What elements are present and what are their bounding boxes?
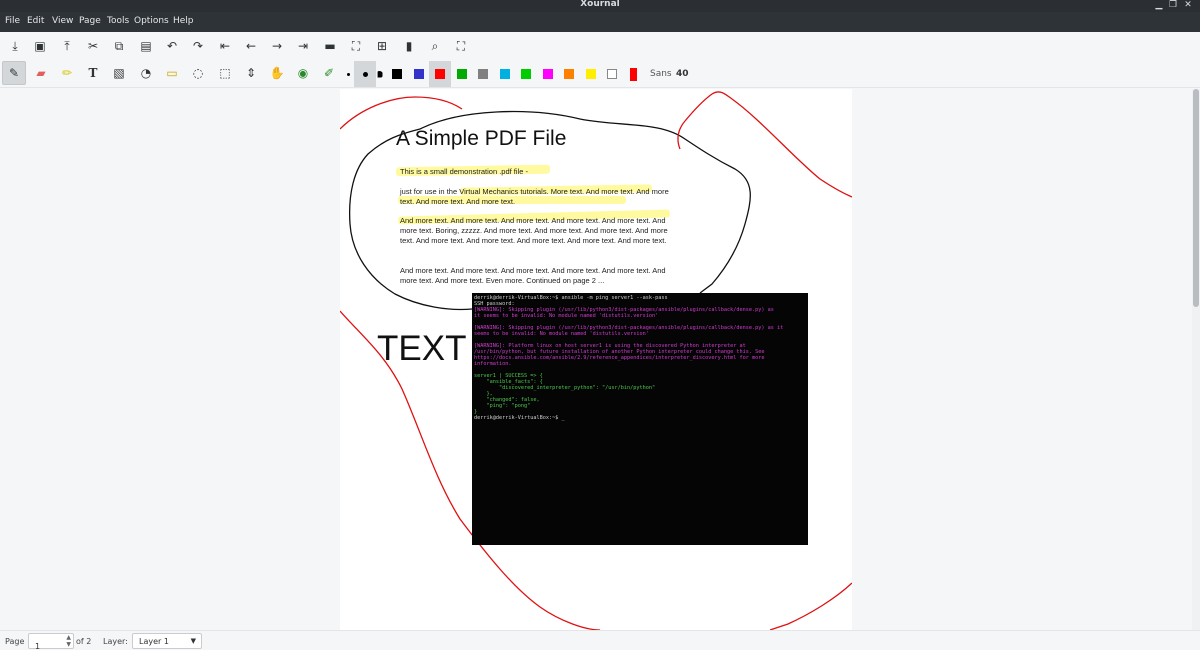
page-count: of 2 (76, 637, 92, 646)
menu-options[interactable]: Options (134, 16, 169, 26)
menu-edit[interactable]: Edit (27, 16, 44, 26)
select-region-icon[interactable]: ◌ (186, 61, 210, 85)
image-tool-icon[interactable]: ▧ (107, 61, 131, 85)
color-swatch[interactable] (451, 61, 473, 87)
default-pen-icon[interactable]: ◉ (291, 61, 315, 85)
fullscreen-icon[interactable]: ⛶ (449, 34, 473, 58)
spinner-arrows-icon[interactable]: ▲ ▼ (66, 634, 71, 648)
new-page-icon[interactable]: ▣ (28, 34, 52, 58)
color-swatch[interactable] (494, 61, 516, 87)
status-bar: Page ▲▼ of 2 Layer: Layer 1 ▼ (0, 630, 1200, 650)
color-swatch[interactable] (472, 61, 494, 87)
highlighter-icon[interactable]: ✏ (55, 61, 79, 85)
paste-icon[interactable]: ▤ (134, 34, 158, 58)
find-icon[interactable]: ⌕ (423, 34, 447, 58)
scrollbar-thumb[interactable] (1193, 89, 1199, 307)
main-toolbar: ⤓ ▣ ⤒ ✂ ⧉ ▤ ↶ ↷ ⇤ ← → ⇥ ▬ ⛶ ⊞ ▮ ⌕ ⛶ (0, 32, 1200, 60)
close-icon[interactable]: ✕ (1181, 0, 1195, 12)
save-icon[interactable]: ⤓ (3, 34, 27, 58)
color-swatch[interactable] (515, 61, 537, 87)
next-page-icon[interactable]: → (265, 34, 289, 58)
prev-page-icon[interactable]: ← (239, 34, 263, 58)
last-page-icon[interactable]: ⇥ (291, 34, 315, 58)
menu-file[interactable]: File (5, 16, 20, 26)
copy-icon[interactable]: ⧉ (107, 34, 131, 58)
menu-help[interactable]: Help (173, 16, 194, 26)
fit-icon[interactable]: ⛶ (344, 34, 368, 58)
chevron-down-icon: ▼ (190, 637, 196, 645)
color-swatch[interactable] (580, 61, 602, 87)
vertical-scrollbar[interactable] (1192, 89, 1200, 630)
zoom-in-icon[interactable]: ⊞ (370, 34, 394, 58)
terminal-screenshot: derrik@derrik-VirtualBox:~$ ansible -m p… (472, 293, 808, 545)
layer-label: Layer: (103, 637, 128, 646)
font-name[interactable]: Sans (650, 69, 672, 79)
document-page[interactable]: A Simple PDF File This is a small demons… (340, 89, 852, 630)
color-swatch[interactable] (558, 61, 580, 87)
font-size[interactable]: 40 (676, 69, 689, 79)
pen-toolbar: ✎ ▰ ✏ T ▧ ◔ ▭ ◌ ⬚ ⇕ ✋ ◉ ✐ Sans 40 (0, 60, 1200, 88)
first-page-icon[interactable]: ⇤ (213, 34, 237, 58)
terminal-line: derrik@derrik-VirtualBox:~$ _ (474, 415, 565, 421)
page-spinner[interactable]: ▲▼ (28, 633, 74, 650)
menu-page[interactable]: Page (79, 16, 101, 26)
text-tool-icon[interactable]: T (81, 61, 105, 85)
color-swatch[interactable] (408, 61, 430, 87)
window-title: Xournal (580, 0, 620, 9)
page-input[interactable] (29, 639, 59, 650)
eraser-icon[interactable]: ▰ (29, 61, 53, 85)
ruler-icon[interactable]: ▭ (160, 61, 184, 85)
redo-icon[interactable]: ↷ (186, 34, 210, 58)
pen-icon[interactable]: ✎ (2, 61, 26, 85)
hand-icon[interactable]: ✋ (265, 61, 289, 85)
shape-recognizer-icon[interactable]: ◔ (134, 61, 158, 85)
canvas-area[interactable]: A Simple PDF File This is a small demons… (0, 89, 1192, 630)
zoom-out-icon[interactable]: ▬ (318, 34, 342, 58)
color-swatch[interactable] (601, 61, 623, 87)
black-ink-stroke (348, 110, 751, 311)
page-label: Page (5, 637, 25, 646)
select-rect-icon[interactable]: ⬚ (213, 61, 237, 85)
color-swatch[interactable] (429, 61, 451, 87)
minimize-icon[interactable]: ▁ (1152, 0, 1166, 12)
color-swatch[interactable] (386, 61, 408, 87)
export-icon[interactable]: ⤒ (55, 34, 79, 58)
color-swatch[interactable] (623, 61, 645, 87)
cut-icon[interactable]: ✂ (81, 34, 105, 58)
undo-icon[interactable]: ↶ (160, 34, 184, 58)
vertical-space-icon[interactable]: ⇕ (239, 61, 263, 85)
menu-bar: File Edit View Page Tools Options Help (0, 12, 1200, 32)
layer-select[interactable]: Layer 1 ▼ (132, 633, 202, 649)
normal-size-icon[interactable]: ▮ (397, 34, 421, 58)
layer-value: Layer 1 (139, 637, 169, 646)
menu-view[interactable]: View (52, 16, 73, 26)
color-swatch[interactable] (537, 61, 559, 87)
terminal-line: https://docs.ansible.com/ansible/2.9/ref… (474, 355, 765, 361)
restore-icon[interactable]: ❐ (1166, 0, 1180, 12)
menu-tools[interactable]: Tools (107, 16, 129, 26)
title-bar: Xournal ▁ ❐ ✕ (0, 0, 1200, 12)
